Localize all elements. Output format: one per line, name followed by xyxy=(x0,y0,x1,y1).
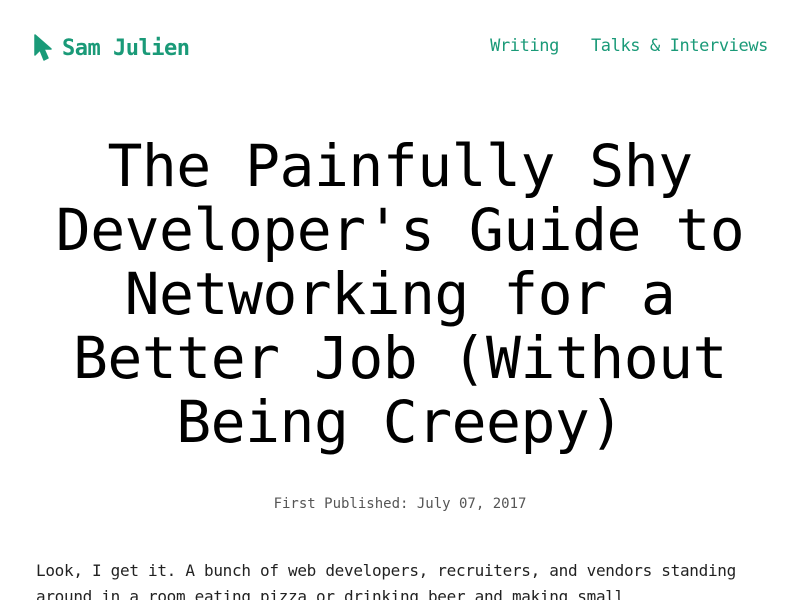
nav-item-writing[interactable]: Writing xyxy=(490,36,559,56)
site-header: Sam Julien Writing Talks & Interviews xyxy=(0,0,800,96)
cursor-arrow-icon xyxy=(34,34,52,61)
home-link[interactable]: Sam Julien xyxy=(32,32,190,64)
main-nav: Writing Talks & Interviews xyxy=(490,36,768,56)
post-intro-paragraph: Look, I get it. A bunch of web developer… xyxy=(36,561,736,600)
published-date: July 07, 2017 xyxy=(416,496,527,512)
publish-info: First Published: July 07, 2017 xyxy=(0,496,800,512)
nav-item-talks-interviews[interactable]: Talks & Interviews xyxy=(591,36,768,56)
brand-name: Sam Julien xyxy=(62,35,190,61)
post-title: The Painfully Shy Developer's Guide to N… xyxy=(55,132,745,456)
published-label: First Published: xyxy=(273,496,409,512)
